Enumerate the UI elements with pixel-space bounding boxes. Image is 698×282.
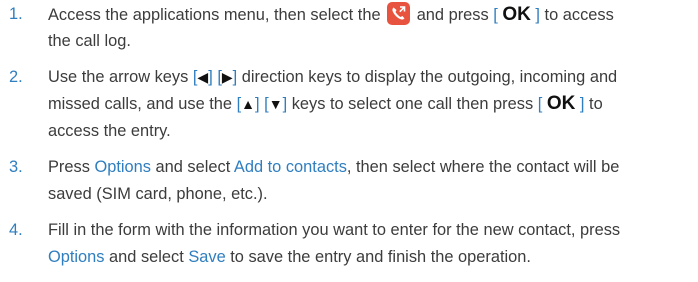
step-2-line-1: Use the arrow keys [◀] [▶] direction key…: [48, 65, 617, 89]
step-1-line-1: Access the applications menu, then selec…: [48, 2, 614, 26]
step-2-line-2: missed calls, and use the [▲] [▼] keys t…: [48, 92, 603, 116]
ok-key-label: OK: [546, 93, 576, 114]
call-log-icon: [387, 2, 411, 25]
step-text: missed calls, and use the: [48, 95, 233, 113]
up-arrow-key-icon: ▲: [241, 96, 256, 112]
left-arrow-key-icon: ◀: [197, 69, 209, 85]
step-text: saved (SIM card, phone, etc.).: [48, 185, 268, 203]
step-number: 2.: [9, 68, 23, 86]
down-arrow-key-icon: ▼: [268, 96, 283, 112]
step-text: , then select where the contact will be: [346, 158, 620, 176]
step-text: Access the applications menu, then selec…: [48, 6, 381, 24]
options-menu-link: Options: [94, 158, 151, 176]
bracket-close: ]: [208, 68, 213, 86]
bracket-open: [: [493, 6, 498, 24]
step-2-line-3: access the entry.: [48, 119, 171, 143]
add-to-contacts-link: Add to contacts: [233, 158, 347, 176]
step-text: Press: [48, 158, 90, 176]
step-3-line-2: saved (SIM card, phone, etc.).: [48, 182, 268, 206]
step-3-line-1: Press Options and select Add to contacts…: [48, 155, 619, 179]
bracket-close: ]: [282, 95, 288, 113]
step-4-line-1: Fill in the form with the information yo…: [48, 218, 620, 242]
step-text: to access: [544, 6, 614, 24]
step-text: Fill in the form with the information yo…: [48, 221, 621, 239]
step-number: 1.: [9, 5, 23, 23]
step-number: 4.: [9, 221, 23, 239]
bracket-close: ]: [232, 68, 238, 86]
step-1-line-2: the call log.: [48, 29, 131, 53]
step-text: to save the entry and finish the operati…: [225, 248, 531, 266]
bracket-close: ]: [579, 95, 585, 113]
step-text: and select: [104, 248, 189, 266]
bracket-close: ]: [255, 95, 260, 113]
step-number: 3.: [9, 158, 23, 176]
step-text: keys to select one call then press: [291, 95, 534, 113]
bracket-open: [: [537, 95, 543, 113]
options-menu-link: Options: [48, 248, 105, 266]
step-text: access the entry.: [48, 122, 171, 140]
instruction-list: 1. Access the applications menu, then se…: [0, 0, 698, 282]
ok-key-label: OK: [502, 4, 531, 25]
step-text: to: [589, 95, 603, 113]
step-text: direction keys to display the outgoing, …: [241, 68, 618, 86]
step-text: and select: [155, 158, 231, 176]
bracket-close: ]: [535, 6, 540, 24]
step-text: the call log.: [48, 32, 131, 50]
save-link: Save: [188, 248, 226, 266]
step-text: and press: [416, 6, 489, 24]
step-4-line-2: Options and select Save to save the entr…: [48, 245, 531, 269]
step-text: Use the arrow keys: [48, 68, 189, 86]
right-arrow-key-icon: ▶: [221, 69, 233, 85]
